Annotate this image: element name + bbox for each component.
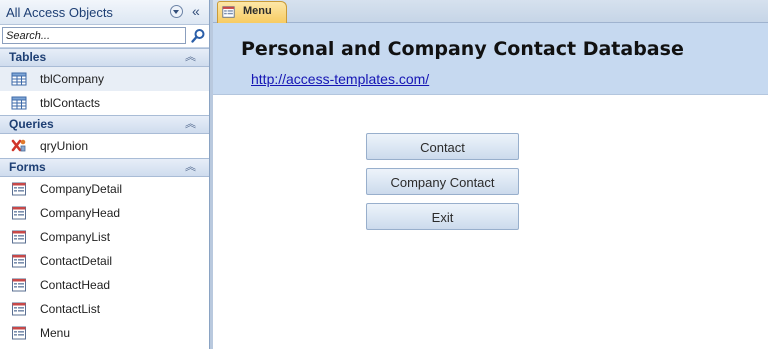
tab-label: Menu xyxy=(243,5,272,17)
nav-item-companydetail[interactable]: CompanyDetail xyxy=(0,177,209,201)
nav-item-label: CompanyHead xyxy=(40,206,121,220)
group-header-forms[interactable]: Forms ︽ xyxy=(0,158,209,177)
nav-item-menu[interactable]: Menu xyxy=(0,321,209,345)
document-area: Menu Personal and Company Contact Databa… xyxy=(210,0,768,349)
form-icon xyxy=(12,254,26,268)
group-title: Forms xyxy=(9,160,46,174)
nav-item-contactlist[interactable]: ContactList xyxy=(0,297,209,321)
nav-item-contacthead[interactable]: ContactHead xyxy=(0,273,209,297)
nav-item-companyhead[interactable]: CompanyHead xyxy=(0,201,209,225)
chevron-down-icon[interactable] xyxy=(170,5,183,18)
table-icon xyxy=(11,72,27,86)
nav-item-label: ContactHead xyxy=(40,278,111,292)
nav-search-bar xyxy=(0,25,209,48)
form-header: Personal and Company Contact Database ht… xyxy=(213,23,768,95)
chevron-up-icon[interactable]: ︽ xyxy=(185,49,196,65)
nav-item-label: tblContacts xyxy=(40,96,101,110)
search-input[interactable] xyxy=(2,27,186,44)
document-tab-strip: Menu xyxy=(213,0,768,23)
form-icon xyxy=(12,230,26,244)
form-icon xyxy=(12,326,26,340)
chevron-up-icon[interactable]: ︽ xyxy=(185,159,196,175)
nav-item-label: tblCompany xyxy=(40,72,105,86)
nav-item-label: CompanyDetail xyxy=(40,182,123,196)
nav-item-tblcontacts[interactable]: tblContacts xyxy=(0,91,209,115)
union-query-icon xyxy=(11,139,26,152)
nav-pane-title[interactable]: All Access Objects xyxy=(6,5,113,20)
form-icon xyxy=(12,302,26,316)
nav-item-qryunion[interactable]: qryUnion xyxy=(0,134,209,158)
form-icon xyxy=(12,182,26,196)
nav-item-companylist[interactable]: CompanyList xyxy=(0,225,209,249)
navigation-pane: All Access Objects « Tables ︽ tblCompany xyxy=(0,0,210,349)
company-contact-button[interactable]: Company Contact xyxy=(366,168,519,195)
website-link[interactable]: http://access-templates.com/ xyxy=(251,71,429,87)
group-title: Queries xyxy=(9,117,54,131)
group-header-tables[interactable]: Tables ︽ xyxy=(0,48,209,67)
search-icon[interactable] xyxy=(190,28,206,44)
nav-item-label: qryUnion xyxy=(40,139,89,153)
exit-button[interactable]: Exit xyxy=(366,203,519,230)
group-title: Tables xyxy=(9,50,47,64)
chevron-up-icon[interactable]: ︽ xyxy=(185,116,196,132)
nav-item-tblcompany[interactable]: tblCompany xyxy=(0,67,209,91)
contact-button[interactable]: Contact xyxy=(366,133,519,160)
form-icon xyxy=(222,6,235,18)
nav-item-label: ContactList xyxy=(40,302,101,316)
collapse-pane-icon[interactable]: « xyxy=(192,3,200,19)
nav-item-label: Menu xyxy=(40,326,71,340)
form-icon xyxy=(12,206,26,220)
table-icon xyxy=(11,96,27,110)
nav-item-label: CompanyList xyxy=(40,230,111,244)
form-title: Personal and Company Contact Database xyxy=(241,38,684,60)
group-header-queries[interactable]: Queries ︽ xyxy=(0,115,209,134)
nav-item-contactdetail[interactable]: ContactDetail xyxy=(0,249,209,273)
form-icon xyxy=(12,278,26,292)
nav-pane-header[interactable]: All Access Objects « xyxy=(0,0,209,25)
tab-menu[interactable]: Menu xyxy=(217,1,287,23)
nav-item-label: ContactDetail xyxy=(40,254,113,268)
